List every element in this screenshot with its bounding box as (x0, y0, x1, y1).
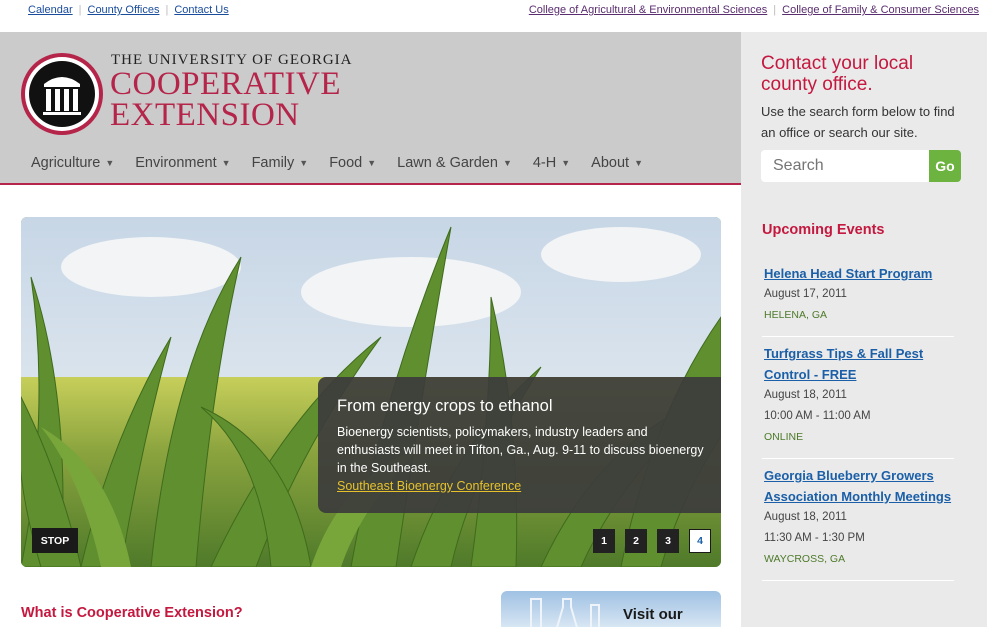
event-item: Georgia Blueberry Growers Association Mo… (762, 459, 954, 581)
nav-label: 4-H (532, 155, 557, 171)
nav-label: Food (329, 155, 363, 171)
event-date: August 18, 2011 (764, 389, 847, 401)
nav-label: Environment (135, 155, 217, 171)
chevron-down-icon: ▼ (105, 158, 115, 168)
event-title-link[interactable]: Helena Head Start Program (764, 263, 954, 284)
nav-label: About (591, 155, 630, 171)
uga-arch-logo-icon[interactable] (21, 53, 103, 135)
event-date: August 18, 2011 (764, 511, 847, 523)
chevron-down-icon: ▼ (367, 158, 377, 168)
nav-family[interactable]: Family ▼ (252, 155, 309, 171)
nav-agriculture[interactable]: Agriculture ▼ (31, 155, 114, 171)
event-item: Helena Head Start Program August 17, 201… (762, 257, 954, 337)
event-location: WAYCROSS, GA (764, 553, 846, 565)
slide-page-4[interactable]: 4 (689, 529, 711, 553)
lab-glassware-icon (530, 598, 600, 627)
what-is-extension-heading: What is Cooperative Extension? (21, 605, 243, 621)
nav-environment[interactable]: Environment ▼ (135, 155, 230, 171)
contact-heading: Contact your local county office. (761, 53, 914, 95)
slide-page-1[interactable]: 1 (593, 529, 615, 553)
nav-label: Lawn & Garden (397, 155, 498, 171)
calendar-link[interactable]: Calendar (28, 4, 73, 16)
event-time: 11:30 AM - 1:30 PM (764, 532, 865, 544)
nav-lawn-garden[interactable]: Lawn & Garden ▼ (397, 155, 512, 171)
slideshow-stop-button[interactable]: STOP (32, 528, 78, 553)
utility-bar: Calendar | County Offices | Contact Us C… (0, 0, 987, 32)
event-title-link[interactable]: Georgia Blueberry Growers Association Mo… (764, 465, 954, 507)
chevron-down-icon: ▼ (502, 158, 512, 168)
visit-promo-box[interactable]: Visit our (501, 591, 721, 627)
separator: | (78, 4, 82, 16)
event-item: Turfgrass Tips & Fall Pest Control - FRE… (762, 337, 954, 459)
utility-links-left: Calendar | County Offices | Contact Us (28, 4, 229, 16)
main-nav: Agriculture ▼ Environment ▼ Family ▼ Food ▼ … (31, 155, 664, 171)
separator: | (773, 4, 777, 16)
contact-description: Use the search form below to find an off… (761, 104, 955, 140)
slide-title: From energy crops to ethanol (337, 397, 553, 415)
search-input[interactable] (761, 150, 929, 182)
arch-columns-icon (43, 77, 81, 115)
sidebar: Contact your local county office. Use th… (741, 32, 987, 627)
caes-college-link[interactable]: College of Agricultural & Environmental … (529, 4, 767, 16)
event-date: August 17, 2011 (764, 288, 847, 300)
nav-about[interactable]: About ▼ (591, 155, 643, 171)
logo-line-cooperative: COOPERATIVE (110, 66, 342, 102)
slide-pager: 1 2 3 4 (593, 529, 721, 553)
slide-description: Bioenergy scientists, policymakers, indu… (337, 425, 704, 475)
utility-links-right: College of Agricultural & Environmental … (529, 4, 979, 16)
visit-promo-text: Visit our (623, 606, 683, 623)
nav-label: Family (251, 155, 295, 171)
chevron-down-icon: ▼ (561, 158, 571, 168)
nav-4h[interactable]: 4-H ▼ (533, 155, 570, 171)
nav-food[interactable]: Food ▼ (329, 155, 376, 171)
events-list: Helena Head Start Program August 17, 201… (762, 257, 954, 581)
slide-link[interactable]: Southeast Bioenergy Conference (337, 479, 521, 493)
separator: | (165, 4, 169, 16)
chevron-down-icon: ▼ (221, 158, 231, 168)
chevron-down-icon: ▼ (299, 158, 309, 168)
logo-wordmark[interactable]: COOPERATIVE EXTENSION (110, 66, 342, 133)
slide-page-2[interactable]: 2 (625, 529, 647, 553)
event-location: ONLINE (764, 431, 804, 443)
contact-us-link[interactable]: Contact Us (174, 4, 228, 16)
upcoming-events-heading: Upcoming Events (762, 222, 885, 238)
site-header: THE UNIVERSITY OF GEORGIA COOPERATIVE EX… (0, 32, 741, 185)
event-title-link[interactable]: Turfgrass Tips & Fall Pest Control - FRE… (764, 343, 954, 385)
slide-page-3[interactable]: 3 (657, 529, 679, 553)
hero-slideshow: From energy crops to ethanol Bioenergy s… (21, 217, 721, 567)
search-form: Go (761, 150, 961, 182)
chevron-down-icon: ▼ (634, 158, 643, 168)
nav-label: Agriculture (31, 155, 101, 171)
event-time: 10:00 AM - 11:00 AM (764, 410, 871, 422)
search-go-button[interactable]: Go (929, 150, 961, 182)
fcs-college-link[interactable]: College of Family & Consumer Sciences (782, 4, 979, 16)
slide-caption: From energy crops to ethanol Bioenergy s… (318, 377, 721, 513)
county-offices-link[interactable]: County Offices (88, 4, 160, 16)
logo-line-extension: EXTENSION (110, 97, 300, 133)
event-location: HELENA, GA (764, 309, 828, 321)
